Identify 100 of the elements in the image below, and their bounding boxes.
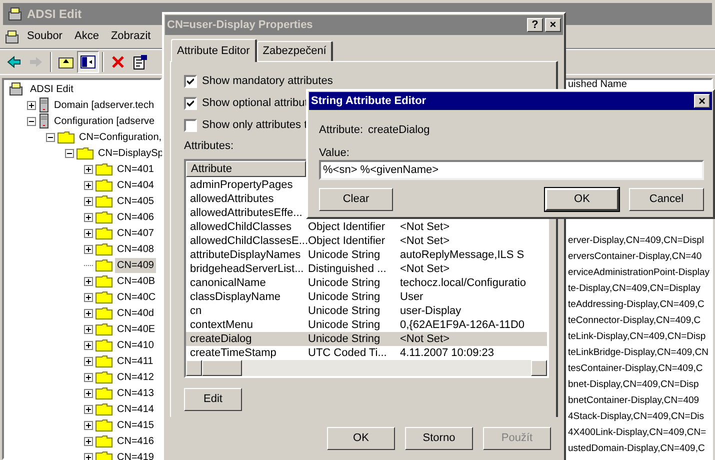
expand-icon[interactable] xyxy=(84,228,93,238)
expand-icon[interactable] xyxy=(84,196,93,206)
expand-icon[interactable] xyxy=(84,292,93,302)
ok-button[interactable]: OK xyxy=(545,188,619,211)
tree-item[interactable]: CN=408 xyxy=(115,242,156,256)
list-item[interactable]: erviceAdministrationPoint-Display xyxy=(568,265,710,281)
tree-item[interactable]: CN=415 xyxy=(115,418,156,432)
toolbar-button[interactable] xyxy=(77,51,99,73)
tree-item[interactable]: CN=401 xyxy=(115,162,156,176)
table-row[interactable]: createDialog Unicode String <Not Set> xyxy=(186,332,547,346)
horizontal-scrollbar[interactable] xyxy=(186,360,547,376)
close-button[interactable]: × xyxy=(694,94,710,108)
menu-item[interactable]: Zobrazit xyxy=(106,28,156,45)
expand-icon[interactable] xyxy=(84,180,93,190)
list-item[interactable]: 4Stack-Display,CN=409,CN=Dis xyxy=(568,409,704,425)
tree-item[interactable]: CN=40E xyxy=(115,322,158,336)
tree-item[interactable]: CN=414 xyxy=(115,402,156,416)
tree-item[interactable]: CN=410 xyxy=(115,338,156,352)
list-item[interactable]: te-Display,CN=409,CN=Display xyxy=(568,281,700,297)
tree-item[interactable]: CN=DisplaySp xyxy=(96,146,166,160)
list-item[interactable]: teConnector-Display,CN=409,C xyxy=(568,313,701,329)
tree-item[interactable]: CN=404 xyxy=(115,178,156,192)
expand-icon[interactable] xyxy=(84,420,93,430)
expand-icon[interactable] xyxy=(84,164,93,174)
folder-icon xyxy=(95,162,113,176)
tree-item[interactable]: Configuration [adserve xyxy=(52,114,157,128)
list-item[interactable]: bnetContainer-Display,CN=409 xyxy=(568,393,700,409)
dialog-button[interactable]: Storno xyxy=(405,427,473,450)
tree-item[interactable]: CN=40B xyxy=(115,274,158,288)
checkbox[interactable] xyxy=(184,96,197,110)
tab[interactable]: Attribute Editor xyxy=(171,39,257,62)
checkbox[interactable] xyxy=(184,118,197,132)
tree-item[interactable]: CN=416 xyxy=(115,434,156,448)
expand-icon[interactable] xyxy=(27,100,36,110)
server-icon xyxy=(38,97,50,113)
collapse-icon[interactable] xyxy=(46,132,55,142)
expand-icon[interactable] xyxy=(84,340,93,350)
table-cell-text: UTC Coded Ti... xyxy=(307,346,388,360)
tree-item[interactable]: CN=Configuration, xyxy=(77,130,164,144)
help-button[interactable]: ? xyxy=(527,18,543,32)
expand-icon[interactable] xyxy=(84,436,93,446)
table-cell-text: cn xyxy=(189,304,203,318)
edit-button[interactable]: Edit xyxy=(184,388,242,411)
table-row[interactable]: createTimeStamp UTC Coded Ti... 4.11.2007 10:09:23 xyxy=(186,346,547,360)
expand-icon[interactable] xyxy=(84,356,93,366)
list-item[interactable]: teLink-Display,CN=409,CN=Disp xyxy=(568,329,706,345)
table-row[interactable]: contextMenu Unicode String 0,{62AE1F9A-126A-11D0 xyxy=(186,318,547,332)
clear-button[interactable]: Clear xyxy=(319,188,393,211)
expand-icon[interactable] xyxy=(84,276,93,286)
expand-icon[interactable] xyxy=(84,452,93,460)
list-item[interactable]: erver-Display,CN=409,CN=Displ xyxy=(568,233,704,249)
table-cell-text: canonicalName xyxy=(189,276,267,290)
checkbox[interactable] xyxy=(184,74,197,88)
list-item[interactable]: teAddressing-Display,CN=409,C xyxy=(568,297,704,313)
forward-arrow-icon xyxy=(28,54,44,70)
table-row[interactable]: attributeDisplayNames Unicode String autoReplyMessage,ILS S xyxy=(186,248,547,262)
tree-item[interactable]: CN=419 xyxy=(115,450,156,460)
list-item[interactable]: teLinkBridge-Display,CN=409,CN xyxy=(568,345,709,361)
list-item[interactable]: ustedDomain-Display,CN=409,C xyxy=(568,441,705,457)
table-cell-text: user-Display xyxy=(399,304,462,318)
expand-icon[interactable] xyxy=(84,324,93,334)
table-row[interactable]: canonicalName Unicode String techocz.local/Configuratio xyxy=(186,276,547,290)
tab[interactable]: Zabezpečení xyxy=(256,41,334,61)
table-row[interactable]: cn Unicode String user-Display xyxy=(186,304,547,318)
folder-icon xyxy=(76,146,94,160)
tree-item[interactable]: ADSI Edit xyxy=(28,82,76,96)
column-header[interactable]: uished Name xyxy=(568,80,627,90)
tree-item[interactable]: CN=413 xyxy=(115,386,156,400)
close-button[interactable]: × xyxy=(545,18,561,32)
collapse-icon[interactable] xyxy=(27,116,36,126)
table-row[interactable]: classDisplayName Unicode String User xyxy=(186,290,547,304)
tree-item[interactable]: CN=411 xyxy=(115,354,156,368)
list-item[interactable]: erversContainer-Display,CN=40 xyxy=(568,249,702,265)
tree-item[interactable]: CN=40C xyxy=(115,290,158,304)
tree-item[interactable]: CN=405 xyxy=(115,194,156,208)
list-item[interactable]: 4X400Link-Display,CN=409,CN= xyxy=(568,425,706,441)
list-item[interactable]: tesContainer-Display,CN=409,C xyxy=(568,361,703,377)
expand-icon[interactable] xyxy=(84,388,93,398)
list-item[interactable]: bnet-Display,CN=409,CN=Disp xyxy=(568,377,699,393)
expand-icon[interactable] xyxy=(84,372,93,382)
menu-item[interactable]: Soubor xyxy=(22,28,68,45)
expand-icon[interactable] xyxy=(84,308,93,318)
expand-icon[interactable] xyxy=(84,212,93,222)
value-field[interactable]: %<sn> %<givenName> xyxy=(319,160,704,180)
tree-item[interactable]: CN=40d xyxy=(115,306,156,320)
menu-item[interactable]: Akce xyxy=(69,28,104,45)
dialog-button[interactable]: OK xyxy=(327,427,395,450)
table-row[interactable]: bridgeheadServerList... Distinguished ... <Not Set> xyxy=(186,262,547,276)
collapse-icon[interactable] xyxy=(65,148,74,158)
column-header[interactable]: Attribute xyxy=(186,161,306,177)
tree-item[interactable]: CN=409 xyxy=(115,258,156,272)
expand-icon[interactable] xyxy=(84,404,93,414)
table-row[interactable]: allowedChildClasses Object Identifier <Not Set> xyxy=(186,220,547,234)
cancel-button[interactable]: Cancel xyxy=(629,188,704,211)
tree-item[interactable]: CN=406 xyxy=(115,210,156,224)
tree-item[interactable]: CN=412 xyxy=(115,370,156,384)
expand-icon[interactable] xyxy=(84,244,93,254)
tree-item[interactable]: CN=407 xyxy=(115,226,156,240)
table-row[interactable]: allowedChildClassesE...Object Identifier <Not Set> xyxy=(186,234,547,248)
tree-item[interactable]: Domain [adserver.tech xyxy=(52,98,156,112)
